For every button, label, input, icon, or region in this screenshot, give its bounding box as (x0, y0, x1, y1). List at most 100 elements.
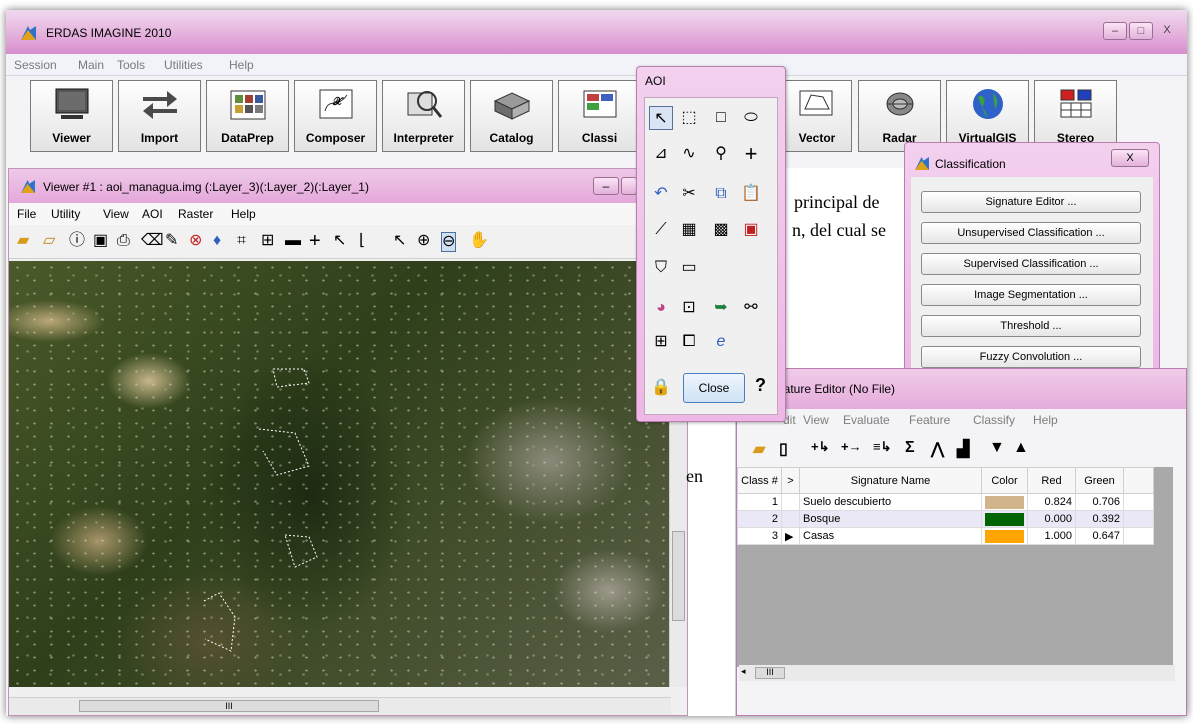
color-swatch[interactable] (985, 495, 1024, 509)
graph-icon[interactable]: ⌊ (359, 232, 365, 250)
vector-button[interactable]: Vector (782, 80, 852, 152)
extent-icon[interactable]: ⊞ (261, 232, 274, 250)
menu-tools[interactable]: Tools (117, 58, 145, 72)
row-signature-name[interactable]: Suelo descubierto (799, 493, 982, 511)
window-frame-icon[interactable]: ▭ (677, 256, 701, 280)
inquire-icon[interactable]: ♦ (213, 232, 221, 250)
signature-editor-horizontal-scrollbar[interactable]: ◂ III (739, 665, 1175, 681)
eraser-icon[interactable]: ⌫ (141, 232, 164, 250)
menu-utilities[interactable]: Utilities (164, 58, 203, 72)
sig-menu-classify[interactable]: Classify (973, 413, 1015, 427)
select-arrow-icon[interactable]: ↖ (393, 232, 406, 250)
measure-icon[interactable]: ▬ (285, 232, 301, 250)
row-signature-name[interactable]: Casas (799, 527, 982, 545)
link-icon[interactable]: ⚯ (739, 296, 763, 320)
interpreter-button[interactable]: Interpreter (382, 80, 465, 152)
threshold-button[interactable]: Threshold ... (921, 315, 1141, 337)
dataprep-button[interactable]: DataPrep (206, 80, 289, 152)
group-icon[interactable]: ▦ (677, 218, 701, 242)
ungroup-icon[interactable]: ▩ (709, 218, 733, 242)
col-red[interactable]: Red (1027, 467, 1076, 494)
ellipse-icon[interactable]: ⬭ (739, 106, 763, 130)
sig-menu-help[interactable]: Help (1033, 413, 1058, 427)
classifier-button[interactable]: Classi (558, 80, 641, 152)
zoom-out-icon[interactable]: ⊖ (441, 232, 457, 252)
order-icon[interactable]: ▣ (739, 218, 763, 242)
col-signature-name[interactable]: Signature Name (799, 467, 982, 494)
sig-menu-view[interactable]: View (803, 413, 829, 427)
rectangle-dashed-icon[interactable]: ⬚ (677, 106, 701, 130)
open-folder-icon[interactable]: ▰ (17, 232, 29, 250)
menu-help[interactable]: Help (229, 58, 254, 72)
row-signature-name[interactable]: Bosque (799, 510, 982, 528)
viewer-menu-utility[interactable]: Utility (51, 207, 80, 221)
viewer-menu-view[interactable]: View (103, 207, 129, 221)
viewer-menu-help[interactable]: Help (231, 207, 256, 221)
row-color-cell[interactable] (981, 493, 1028, 511)
stop-icon[interactable]: ⊗ (189, 232, 202, 250)
pan-hand-icon[interactable]: ✋ (469, 232, 489, 250)
new-file-icon[interactable]: ▯ (779, 439, 788, 459)
polygon-icon[interactable]: ⊿ (649, 142, 673, 166)
lock-icon[interactable]: 🔒 (649, 376, 673, 400)
table-row[interactable]: 1 Suelo descubierto 0.824 0.706 (737, 493, 1154, 511)
signature-editor-button[interactable]: Signature Editor ... (921, 191, 1141, 213)
replace-signature-icon[interactable]: +→ (841, 439, 862, 454)
viewer-hscroll-thumb[interactable]: III (79, 700, 379, 712)
row-marker[interactable] (781, 493, 800, 511)
viewer-menu-aoi[interactable]: AOI (142, 207, 163, 221)
rectangle-icon[interactable]: □ (709, 106, 733, 130)
viewer-vscroll-thumb[interactable] (672, 531, 685, 621)
zoom-view-icon[interactable]: ⊡ (677, 296, 701, 320)
color-swatch[interactable] (985, 529, 1024, 543)
move-up-icon[interactable]: ▲ (1013, 439, 1029, 457)
select-arrow-icon[interactable]: ↖ (649, 106, 673, 130)
unsupervised-classification-button[interactable]: Unsupervised Classification ... (921, 222, 1141, 244)
print-icon[interactable]: ⎙ (117, 232, 130, 250)
histogram-icon[interactable]: ▟ (957, 439, 969, 459)
crosshair-icon[interactable]: + (309, 231, 321, 251)
viewer-menu-file[interactable]: File (17, 207, 36, 221)
scroll-left-icon[interactable]: ◂ (741, 666, 746, 677)
maximize-button[interactable]: □ (1129, 22, 1153, 40)
aoi-help-icon[interactable]: ? (755, 375, 766, 396)
fuzzy-convolution-button[interactable]: Fuzzy Convolution ... (921, 346, 1141, 368)
add-signature-icon[interactable]: +↳ (811, 439, 829, 455)
menu-session[interactable]: Session (14, 58, 57, 72)
menu-main[interactable]: Main (78, 58, 104, 72)
viewer-minimize-button[interactable]: – (593, 177, 619, 195)
row-marker[interactable] (781, 510, 800, 528)
minimize-button[interactable]: – (1103, 22, 1127, 40)
satellite-image[interactable] (9, 261, 671, 687)
viewer-maximize-button[interactable] (621, 177, 637, 195)
classification-close-button[interactable]: X (1111, 149, 1149, 167)
info-icon[interactable]: ⓘ (69, 232, 85, 250)
mean-plot-icon[interactable]: ⋀ (931, 439, 944, 459)
table-row[interactable]: 3 ▶ Casas 1.000 0.647 (737, 527, 1154, 545)
new-folder-icon[interactable]: ▱ (43, 232, 55, 250)
row-color-cell[interactable] (981, 510, 1028, 528)
catalog-button[interactable]: Catalog (470, 80, 553, 152)
copy-icon[interactable]: ⧉ (709, 182, 733, 206)
viewer-button[interactable]: Viewer (30, 80, 113, 152)
color-swatch[interactable] (985, 512, 1024, 526)
image-segmentation-button[interactable]: Image Segmentation ... (921, 284, 1141, 306)
row-green[interactable]: 0.392 (1075, 510, 1124, 528)
formula-icon[interactable]: e (709, 330, 733, 354)
col-class-number[interactable]: Class # (737, 467, 782, 494)
polyline-icon[interactable]: ∿ (677, 142, 701, 166)
viewer-menu-raster[interactable]: Raster (178, 207, 213, 221)
col-color[interactable]: Color (981, 467, 1028, 494)
reshape-icon[interactable]: ⟋ (649, 218, 673, 242)
row-red[interactable]: 0.000 (1027, 510, 1076, 528)
color-palette-icon[interactable]: ◕ (649, 296, 673, 320)
import-button[interactable]: Import (118, 80, 201, 152)
stack-icon[interactable]: ⧠ (677, 330, 701, 354)
save-icon[interactable]: ▣ (93, 232, 108, 250)
sig-menu-feature[interactable]: Feature (909, 413, 950, 427)
row-red[interactable]: 0.824 (1027, 493, 1076, 511)
fit-window-icon[interactable]: ⌗ (237, 232, 246, 250)
undo-icon[interactable]: ↶ (649, 182, 673, 206)
move-down-icon[interactable]: ▼ (989, 439, 1005, 457)
point-plus-icon[interactable]: + (739, 142, 763, 166)
